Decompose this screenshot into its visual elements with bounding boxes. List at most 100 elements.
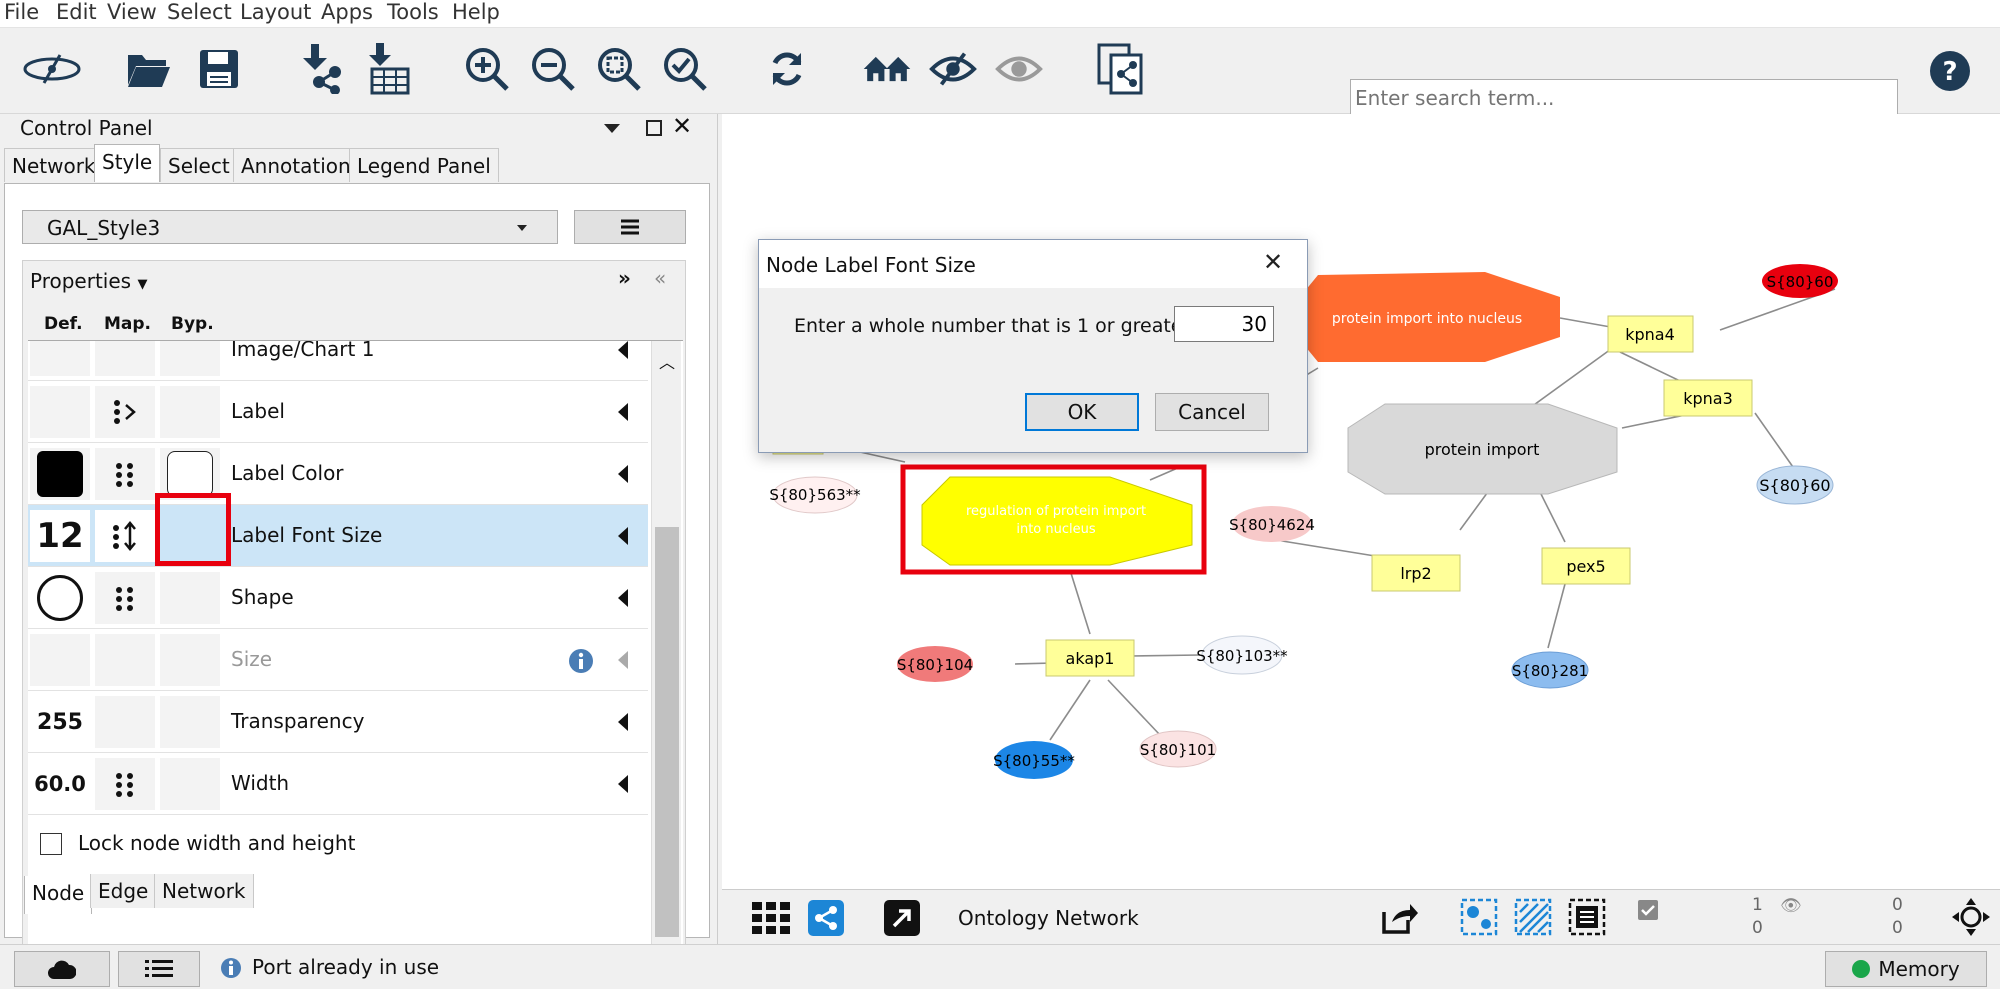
properties-menu[interactable]: Properties ▼ xyxy=(30,269,147,293)
tab-network[interactable]: Network xyxy=(4,148,104,182)
node-s80-281[interactable]: S{80}281 xyxy=(1511,651,1589,689)
menu-help[interactable]: Help xyxy=(452,0,500,24)
node-pex5[interactable]: pex5 xyxy=(1541,547,1631,585)
node-s80-104[interactable]: S{80}104 xyxy=(897,646,973,682)
memory-button[interactable]: Memory xyxy=(1825,951,1987,987)
column-bypass: Byp. xyxy=(171,314,214,334)
select-edges-icon[interactable] xyxy=(1514,898,1552,936)
node-s80-4624[interactable]: S{80}4624 xyxy=(1229,506,1315,542)
cancel-button[interactable]: Cancel xyxy=(1155,393,1269,431)
grid-view-icon[interactable] xyxy=(752,902,792,934)
network-canvas[interactable]: protein import into nucleus kpna4 S{80}6… xyxy=(722,114,2000,889)
select-nodes-icon[interactable] xyxy=(1460,898,1498,936)
menu-select[interactable]: Select xyxy=(167,0,232,24)
hamburger-icon xyxy=(621,219,639,235)
node-s80-55[interactable]: S{80}55** xyxy=(993,741,1075,779)
hide-icon[interactable] xyxy=(928,44,978,94)
menu-file[interactable]: File xyxy=(4,0,39,24)
property-row-label[interactable]: Label xyxy=(28,381,648,443)
menu-layout[interactable]: Layout xyxy=(240,0,311,24)
tab-edge[interactable]: Edge xyxy=(90,874,157,908)
home-icon[interactable] xyxy=(862,44,912,94)
menu-view[interactable]: View xyxy=(107,0,157,24)
discrete-mapping-icon[interactable] xyxy=(95,572,155,624)
default-transparency[interactable]: 255 xyxy=(30,696,90,748)
select-annotations-icon[interactable] xyxy=(1568,898,1606,936)
default-shape-circle-icon[interactable] xyxy=(30,572,90,624)
property-row-image-chart[interactable]: Image/Chart 1 xyxy=(28,341,648,381)
node-kpna3[interactable]: kpna3 xyxy=(1663,379,1753,417)
scrollbar-thumb[interactable] xyxy=(655,527,679,937)
ok-button[interactable]: OK xyxy=(1025,393,1139,431)
property-row-shape[interactable]: Shape xyxy=(28,567,648,629)
float-panel-icon[interactable] xyxy=(646,120,662,136)
new-network-from-selection-icon[interactable] xyxy=(1096,43,1146,95)
property-row-transparency[interactable]: 255 Transparency xyxy=(28,691,648,753)
import-table-icon[interactable] xyxy=(362,43,412,95)
cytoscape-logo-icon[interactable] xyxy=(22,44,82,94)
show-icon[interactable] xyxy=(994,44,1044,94)
node-protein-import-into-nucleus[interactable]: protein import into nucleus xyxy=(1300,272,1560,362)
node-lrp2[interactable]: lrp2 xyxy=(1371,554,1461,592)
open-in-window-icon[interactable] xyxy=(884,900,920,936)
default-width[interactable]: 60.0 xyxy=(30,758,90,810)
lock-size-checkbox[interactable] xyxy=(40,833,62,855)
tab-annotation[interactable]: Annotation xyxy=(233,148,359,182)
highlight-box xyxy=(155,493,231,566)
refresh-icon[interactable] xyxy=(762,44,812,94)
navigator-icon[interactable] xyxy=(1952,898,1990,936)
help-icon[interactable]: ? xyxy=(1925,46,1975,96)
zoom-fit-icon[interactable] xyxy=(594,44,644,94)
share-network-icon[interactable] xyxy=(808,900,844,936)
close-icon[interactable]: ✕ xyxy=(1263,248,1283,276)
zoom-in-icon[interactable] xyxy=(462,44,512,94)
property-row-label-font-size[interactable]: 12 Label Font Size xyxy=(28,505,648,567)
node-protein-import[interactable]: protein import xyxy=(1347,403,1618,495)
node-regulation-of-protein-import-into-nucleus[interactable]: regulation of protein import into nucleus xyxy=(921,476,1193,566)
default-font-size[interactable]: 12 xyxy=(30,510,90,562)
tab-node[interactable]: Node xyxy=(24,876,93,914)
font-size-input[interactable] xyxy=(1174,306,1274,342)
menu-apps[interactable]: Apps xyxy=(321,0,373,24)
search-input[interactable] xyxy=(1350,79,1898,117)
property-row-width[interactable]: 60.0 Width xyxy=(28,753,648,815)
collapse-all-icon[interactable]: « xyxy=(654,266,666,290)
open-folder-icon[interactable] xyxy=(124,44,174,94)
menu-edit[interactable]: Edit xyxy=(56,0,97,24)
panel-menu-icon[interactable] xyxy=(604,124,620,133)
save-icon[interactable] xyxy=(194,44,244,94)
property-row-size[interactable]: Size xyxy=(28,629,648,691)
tab-legend-panel[interactable]: Legend Panel xyxy=(349,148,499,182)
scroll-up-icon[interactable]: ︿ xyxy=(659,349,675,373)
node-kpna4[interactable]: kpna4 xyxy=(1607,315,1694,353)
close-panel-icon[interactable]: ✕ xyxy=(672,112,692,140)
discrete-mapping-icon[interactable] xyxy=(95,758,155,810)
cloud-button[interactable] xyxy=(14,951,110,987)
task-list-button[interactable] xyxy=(118,951,200,987)
zoom-out-icon[interactable] xyxy=(528,44,578,94)
menu-tools[interactable]: Tools xyxy=(387,0,439,24)
zoom-selected-icon[interactable] xyxy=(660,44,710,94)
style-dropdown[interactable]: GAL_Style3 xyxy=(22,210,558,244)
node-s80-563[interactable]: S{80}563** xyxy=(769,476,861,514)
properties-scrollbar[interactable]: ︿ ﹀ xyxy=(651,341,681,981)
tab-network-style[interactable]: Network xyxy=(154,874,254,908)
property-label: Size xyxy=(231,647,273,671)
default-color-swatch[interactable] xyxy=(30,448,90,500)
node-akap1[interactable]: akap1 xyxy=(1045,639,1135,677)
continuous-mapping-icon[interactable] xyxy=(95,510,155,562)
expand-all-icon[interactable]: » xyxy=(618,266,631,290)
discrete-mapping-icon[interactable] xyxy=(95,448,155,500)
info-icon[interactable] xyxy=(568,648,594,674)
node-s80-101[interactable]: S{80}101 xyxy=(1139,730,1217,768)
property-row-label-color[interactable]: Label Color xyxy=(28,443,648,505)
node-s80-60-red[interactable]: S{80}60 xyxy=(1762,264,1838,298)
import-network-icon[interactable] xyxy=(295,44,345,94)
node-s80-103[interactable]: S{80}103** xyxy=(1196,635,1288,675)
tab-style[interactable]: Style xyxy=(94,144,161,182)
style-options-button[interactable] xyxy=(574,210,686,244)
export-icon[interactable] xyxy=(1380,898,1418,936)
node-s80-60-blue[interactable]: S{80}60 xyxy=(1756,465,1834,505)
passthrough-mapping-icon[interactable] xyxy=(95,386,155,438)
tab-select[interactable]: Select xyxy=(160,148,238,182)
